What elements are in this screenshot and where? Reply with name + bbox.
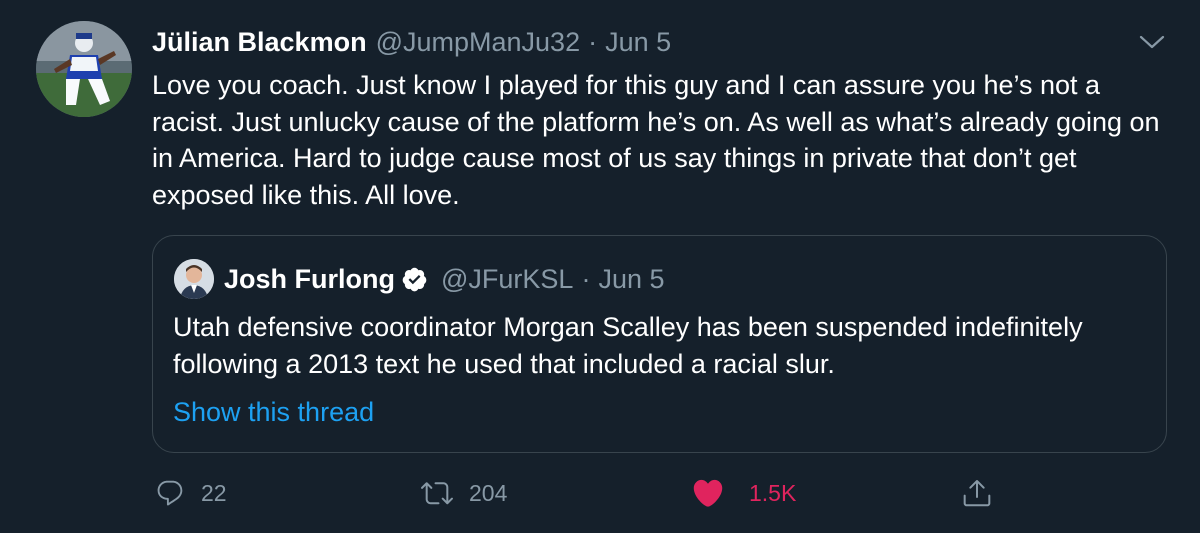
user-handle[interactable]: @JumpManJu32 — [376, 24, 581, 60]
quoted-avatar[interactable] — [174, 259, 214, 299]
chevron-down-icon[interactable] — [1138, 32, 1166, 52]
reply-icon — [157, 480, 183, 506]
show-thread-link[interactable]: Show this thread — [173, 394, 374, 430]
retweet-icon — [421, 482, 453, 505]
tweet-header: Jülian Blackmon @JumpManJu32 · Jun 5 — [152, 24, 671, 60]
like-button[interactable]: 1.5K — [691, 470, 796, 516]
quoted-tweet-text: Utah defensive coordinator Morgan Scalle… — [173, 312, 1083, 379]
reply-button[interactable]: 22 — [155, 470, 227, 516]
quoted-separator: · — [581, 263, 591, 294]
retweet-button[interactable]: 204 — [421, 470, 507, 516]
quoted-user-handle[interactable]: @JFurKSL — [441, 264, 573, 295]
quoted-header: Josh Furlong @JFurKSL · Jun 5 — [224, 260, 665, 298]
tweet-date[interactable]: Jun 5 — [605, 24, 671, 60]
like-count: 1.5K — [749, 479, 797, 506]
tweet-actions: 22 204 1.5K — [0, 470, 1200, 516]
share-icon — [963, 480, 991, 507]
quoted-date[interactable]: Jun 5 — [598, 264, 664, 295]
verified-badge-icon — [402, 267, 427, 291]
retweet-count: 204 — [469, 479, 508, 506]
tweet-text: Love you coach. Just know I played for t… — [152, 70, 1160, 210]
heart-icon — [693, 479, 723, 507]
tweet[interactable]: Jülian Blackmon @JumpManJu32 · Jun 5 Lov… — [0, 0, 1200, 533]
share-button[interactable] — [961, 470, 993, 516]
reply-count: 22 — [201, 479, 227, 506]
quoted-display-name[interactable]: Josh Furlong — [224, 264, 395, 295]
separator: · — [588, 27, 598, 57]
avatar[interactable] — [36, 21, 132, 117]
quoted-tweet[interactable]: Josh Furlong @JFurKSL · Jun 5 Utah defen… — [152, 235, 1167, 453]
display-name[interactable]: Jülian Blackmon — [152, 24, 367, 60]
